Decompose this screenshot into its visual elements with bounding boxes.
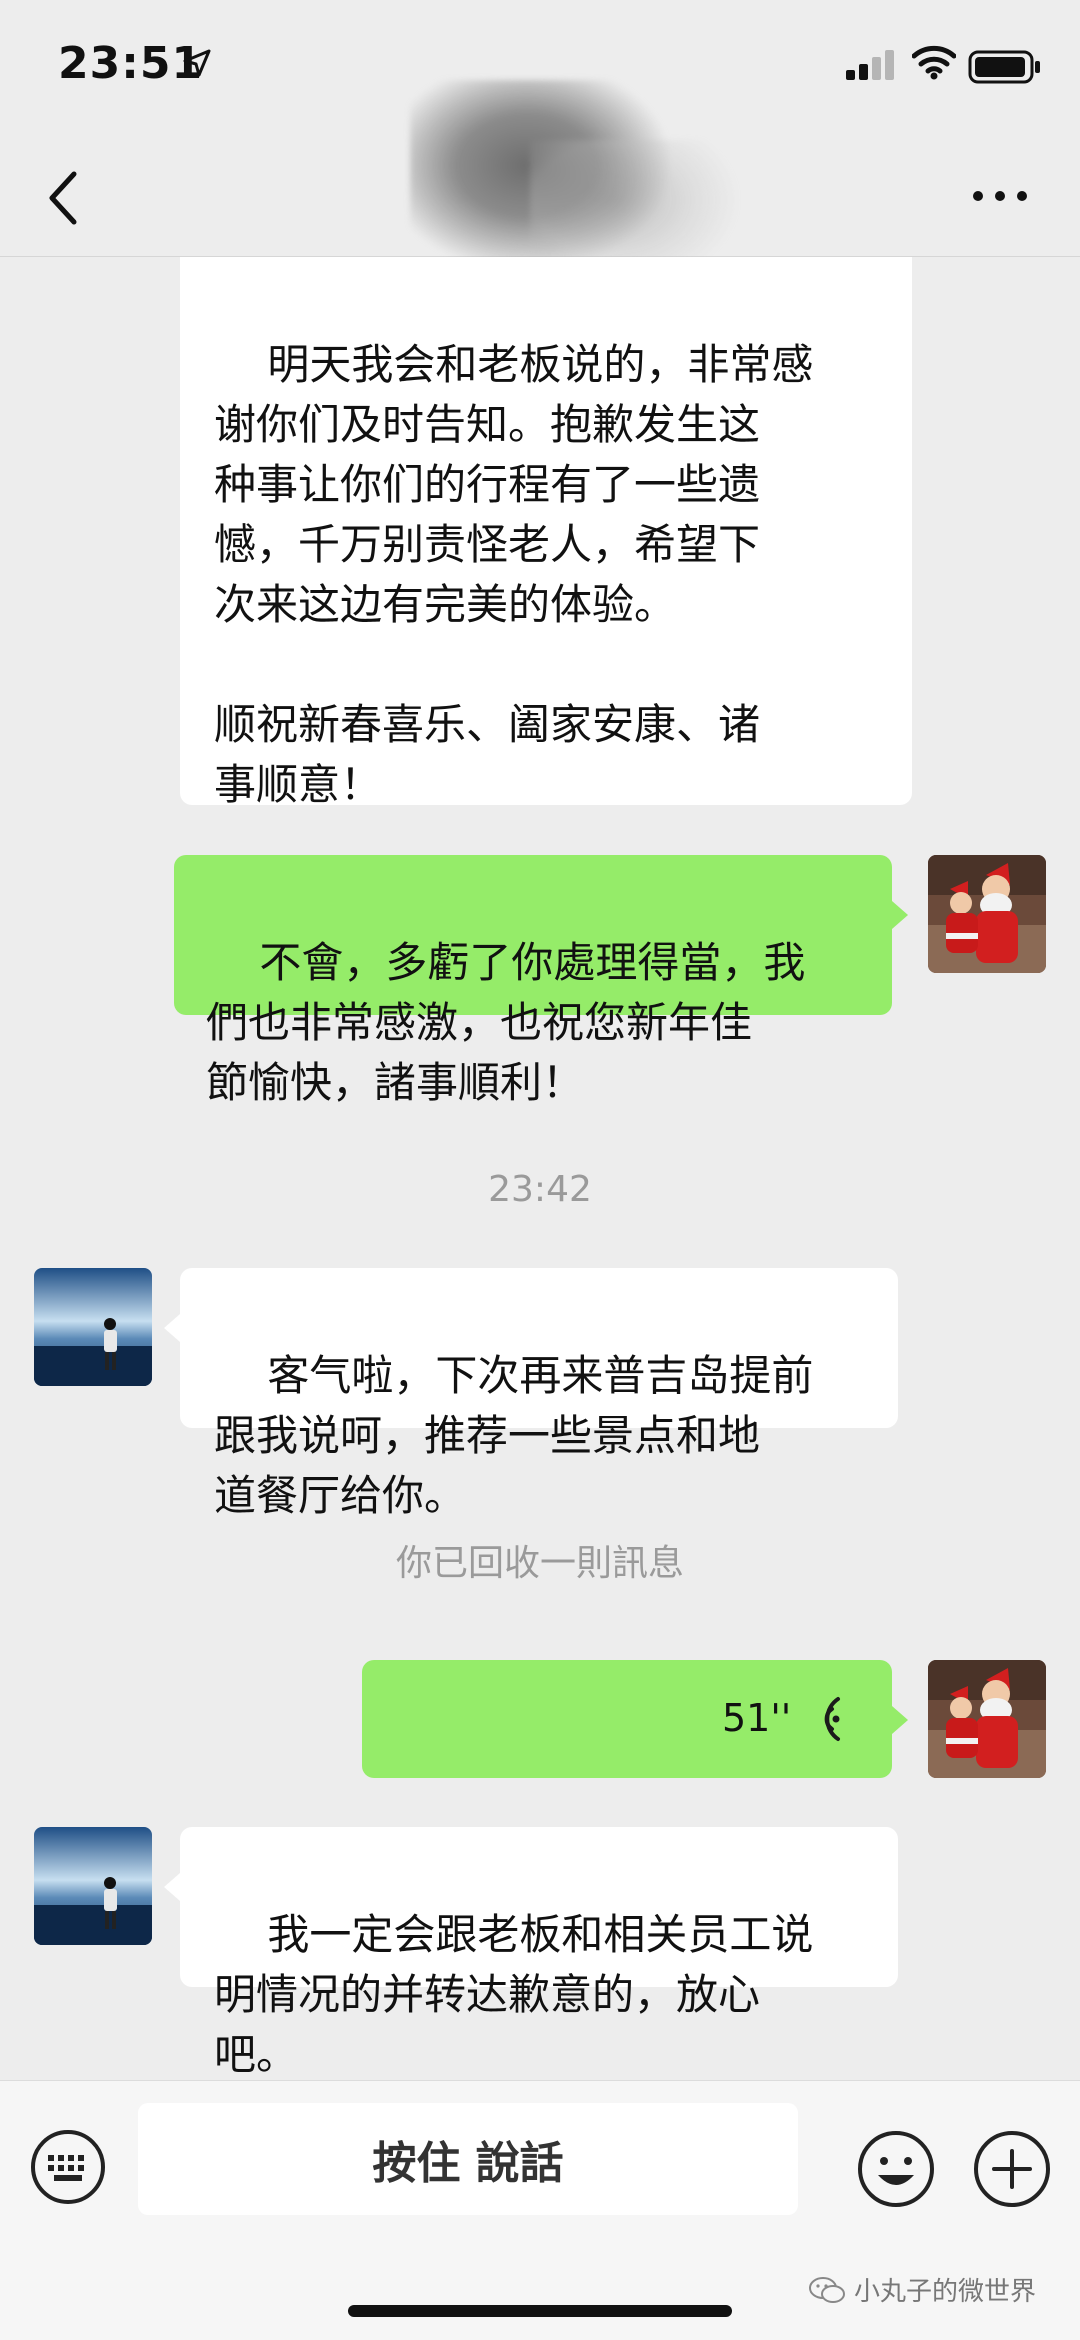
- watermark: 小丸子的微世界: [808, 2271, 1036, 2308]
- incoming-message-bubble[interactable]: 客气啦，下次再来普吉岛提前 跟我说呵，推荐一些景点和地 道餐厅给你。: [164, 1268, 898, 1520]
- timestamp-divider: 23:42: [488, 1169, 592, 1210]
- back-chevron-icon[interactable]: [44, 166, 84, 230]
- outgoing-message-bubble[interactable]: 不會，多虧了你處理得當，我 們也非常感激，也祝您新年佳 節愉快，諸事順利！: [174, 855, 908, 1107]
- voice-duration: 51'': [722, 1696, 792, 1740]
- contact-avatar[interactable]: [34, 1268, 152, 1386]
- more-options-icon[interactable]: [970, 184, 1030, 208]
- chat-input-bar: 按住 說話 小丸子的微世界: [0, 2080, 1080, 2340]
- contact-avatar[interactable]: [34, 1827, 152, 1945]
- watermark-text: 小丸子的微世界: [854, 2277, 1037, 2307]
- voice-wave-icon: [824, 1697, 840, 1741]
- add-more-icon[interactable]: [972, 2129, 1052, 2209]
- wechat-logo-icon: [809, 2276, 845, 2303]
- chat-message-list[interactable]: 明天我会和老板说的，非常感 谢你们及时告知。抱歉发生这 种事让你们的行程有了一些…: [0, 257, 1080, 2080]
- emoji-icon[interactable]: [856, 2129, 936, 2209]
- message-text: 明天我会和老板说的，非常感 谢你们及时告知。抱歉发生这 种事让你们的行程有了一些…: [214, 340, 814, 809]
- keyboard-icon[interactable]: [30, 2129, 106, 2205]
- redacted-contact-name: [410, 80, 740, 290]
- person-silhouette-avatar: [34, 1268, 152, 1386]
- santa-photo-avatar: [928, 855, 1046, 973]
- location-arrow-icon: [183, 49, 211, 77]
- battery-icon: [968, 50, 1040, 84]
- chat-header: [0, 80, 1080, 290]
- person-silhouette-avatar: [34, 1827, 152, 1945]
- message-text: 不會，多虧了你處理得當，我 們也非常感激，也祝您新年佳 節愉快，諸事順利！: [206, 938, 806, 1107]
- hold-to-talk-button[interactable]: 按住 說話: [138, 2103, 798, 2215]
- recalled-message-notice: 你已回收一則訊息: [395, 1543, 684, 1584]
- message-text: 客气啦，下次再来普吉岛提前 跟我说呵，推荐一些景点和地 道餐厅给你。: [214, 1351, 814, 1520]
- wifi-icon: [912, 45, 956, 80]
- home-indicator[interactable]: [348, 2305, 732, 2317]
- voice-message-bubble[interactable]: 51'': [362, 1660, 908, 1778]
- my-avatar[interactable]: [928, 1660, 1046, 1778]
- santa-photo-avatar: [928, 1660, 1046, 1778]
- cellular-signal-icon: [846, 50, 894, 80]
- my-avatar[interactable]: [928, 855, 1046, 973]
- message-text: 我一定会跟老板和相关员工说 明情况的并转达歉意的，放心 吧。: [214, 1910, 814, 2079]
- incoming-message-bubble[interactable]: 明天我会和老板说的，非常感 谢你们及时告知。抱歉发生这 种事让你们的行程有了一些…: [180, 257, 912, 809]
- incoming-message-bubble[interactable]: 我一定会跟老板和相关员工说 明情况的并转达歉意的，放心 吧。: [164, 1827, 898, 2079]
